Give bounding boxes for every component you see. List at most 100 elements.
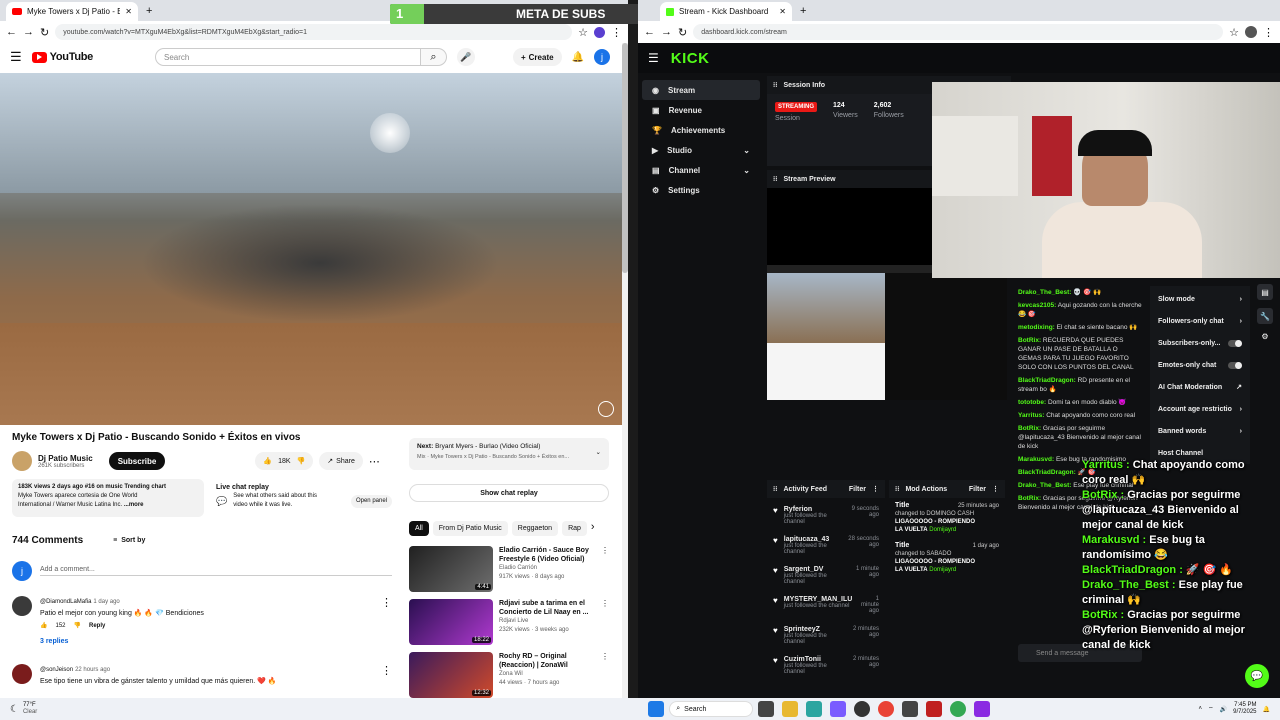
up-next-card[interactable]: Next: Bryant Myers - Burlao (Video Ofici… — [409, 438, 609, 470]
drag-handle-icon[interactable]: ⁝⁝ — [773, 175, 777, 183]
mic-icon[interactable]: 🎤 — [456, 48, 475, 66]
followers-only-item[interactable]: Followers-only chat › — [1150, 310, 1250, 332]
chat-username[interactable]: metodixing: — [1018, 324, 1055, 331]
commenter-avatar[interactable] — [12, 596, 32, 616]
url-input[interactable]: youtube.com/watch?v=MTXguM4EbXg&list=RDM… — [55, 24, 573, 40]
reply-button[interactable]: Reply — [89, 621, 105, 632]
follower-name[interactable]: MYSTERY_MAN_ILU — [784, 596, 853, 603]
app-icon[interactable] — [974, 701, 991, 717]
replies-toggle[interactable]: 3 replies — [40, 636, 373, 647]
search-button[interactable]: ⌕ — [420, 48, 447, 66]
channel-avatar[interactable] — [12, 451, 32, 471]
forward-icon[interactable]: → — [23, 26, 34, 38]
open-panel-button[interactable]: Open panel — [350, 494, 392, 508]
chat-username[interactable]: BlackTriadDragon: — [1018, 377, 1076, 384]
sidebar-item-studio[interactable]: ▶ Studio ⌄ — [642, 140, 760, 160]
panel-icon[interactable]: ▤ — [1257, 284, 1273, 300]
chat-username[interactable]: kevcas2105: — [1018, 302, 1056, 309]
chat-username[interactable]: Marakusvd: — [1018, 456, 1054, 463]
bell-icon[interactable]: 🔔 — [572, 52, 584, 63]
list-item[interactable]: 18:22 Rdjavi sube a tarima en el Concier… — [409, 599, 609, 647]
comment-like-icon[interactable]: 👍 — [40, 621, 47, 632]
chevron-down-icon[interactable]: ⌄ — [596, 448, 601, 458]
list-item[interactable]: 4:41 Eladio Carrión - Sauce Boy Freestyl… — [409, 546, 609, 594]
chat-username[interactable]: Drako_The_Best: — [1018, 289, 1071, 296]
commenter-avatar[interactable] — [12, 664, 32, 684]
comment-author[interactable]: @DiamondLaMafia — [40, 599, 91, 605]
file-explorer-icon[interactable] — [782, 701, 799, 717]
profile-icon[interactable] — [1245, 26, 1257, 38]
emotes-only-item[interactable]: Emotes-only chat — [1150, 354, 1250, 376]
chat-username[interactable]: Drako_The_Best: — [1018, 482, 1071, 489]
notification-bell-icon[interactable]: 🔔 — [1263, 706, 1270, 713]
search-input[interactable]: Search — [154, 48, 421, 66]
hamburger-icon[interactable]: ☰ — [10, 49, 22, 65]
menu-dots-icon[interactable]: ⋮ — [611, 26, 622, 39]
youtube-logo[interactable]: YouTube — [31, 51, 93, 63]
sidebar-item-revenue[interactable]: ▣ Revenue — [642, 100, 760, 120]
hamburger-icon[interactable]: ☰ — [648, 51, 659, 65]
new-tab-icon[interactable]: + — [800, 5, 806, 17]
sort-by-button[interactable]: ≡ Sort by — [113, 537, 145, 544]
follower-name[interactable]: SprinteeyZ — [784, 626, 841, 633]
task-view-icon[interactable] — [758, 701, 775, 717]
windows-start-icon[interactable] — [648, 701, 665, 717]
create-button[interactable]: + Create — [512, 48, 562, 66]
add-comment-input[interactable]: Add a comment... — [40, 566, 392, 576]
back-icon[interactable]: ← — [6, 26, 17, 38]
reload-icon[interactable]: ↻ — [678, 26, 687, 39]
chat-username[interactable]: BotRix: — [1018, 337, 1041, 344]
follower-name[interactable]: Sargent_DV — [784, 566, 842, 573]
subscribe-button[interactable]: Subscribe — [108, 452, 166, 470]
reload-icon[interactable]: ↻ — [40, 26, 49, 39]
show-chat-replay-button[interactable]: Show chat replay — [409, 484, 609, 502]
filter-button[interactable]: Filter — [969, 486, 986, 493]
subscribers-only-item[interactable]: Subscribers-only... — [1150, 332, 1250, 354]
sidebar-item-achievements[interactable]: 🏆 Achievements — [642, 120, 760, 140]
support-chat-icon[interactable]: 💬 — [1245, 664, 1269, 688]
chip-reggaeton[interactable]: Reggaeton — [511, 521, 559, 536]
drag-handle-icon[interactable]: ⁝⁝ — [895, 485, 899, 493]
clock[interactable]: 7:45 PM 9/7/2025 — [1233, 702, 1256, 716]
channel-name[interactable]: Dj Patio Music — [38, 454, 93, 463]
list-item[interactable]: 12:32 Rochy RD – Original (Reaccion) | Z… — [409, 652, 609, 698]
rec-menu-icon[interactable]: ⋮ — [601, 599, 609, 647]
dislike-icon[interactable]: 👎 — [297, 457, 306, 465]
description-box[interactable]: 183K views 2 days ago #16 on music Trend… — [12, 479, 204, 517]
menu-dots-icon[interactable]: ⋮ — [992, 485, 999, 493]
kick-logo[interactable]: KICK — [671, 50, 710, 67]
video-player[interactable] — [0, 73, 622, 425]
close-tab-icon[interactable]: ✕ — [779, 7, 786, 16]
new-tab-icon[interactable]: + — [146, 5, 152, 17]
close-tab-icon[interactable]: ✕ — [125, 7, 132, 16]
comment-menu-icon[interactable]: ⋮ — [381, 596, 392, 647]
forward-icon[interactable]: → — [661, 26, 672, 38]
rec-menu-icon[interactable]: ⋮ — [601, 652, 609, 698]
avatar[interactable]: j — [594, 49, 611, 65]
share-button[interactable]: ↗ Share — [319, 452, 363, 470]
obs-icon[interactable] — [854, 701, 871, 717]
browser-tab-youtube[interactable]: Myke Towers x Dj Patio - B ✕ — [6, 2, 138, 21]
video-thumbnail[interactable]: 4:41 — [409, 546, 493, 592]
menu-dots-icon[interactable]: ⋮ — [872, 485, 879, 493]
sidebar-item-channel[interactable]: ▤ Channel ⌄ — [642, 160, 760, 180]
more-link[interactable]: ...more — [124, 502, 144, 508]
app-icon[interactable] — [926, 701, 943, 717]
settings-icon[interactable]: ⚙ — [1261, 332, 1268, 341]
comment-menu-icon[interactable]: ⋮ — [381, 664, 392, 687]
back-icon[interactable]: ← — [644, 26, 655, 38]
chat-username[interactable]: BotRix: — [1018, 495, 1041, 502]
edge-icon[interactable] — [806, 701, 823, 717]
comment-author[interactable]: @sonJeison — [40, 667, 73, 673]
filter-button[interactable]: Filter — [849, 486, 866, 493]
video-thumbnail[interactable]: 18:22 — [409, 599, 493, 645]
chat-username[interactable]: BlackTriadDragon: — [1018, 469, 1076, 476]
sidebar-item-stream[interactable]: ◉ Stream — [642, 80, 760, 100]
follower-name[interactable]: lapitucaza_43 — [784, 536, 838, 543]
chip-rap[interactable]: Rap — [562, 521, 587, 536]
volume-icon[interactable]: 🔊 — [1220, 706, 1227, 713]
browser-tab-kick[interactable]: Stream - Kick Dashboard ✕ — [660, 2, 792, 21]
store-icon[interactable] — [830, 701, 847, 717]
chrome-icon[interactable] — [878, 701, 895, 717]
drag-handle-icon[interactable]: ⁝⁝ — [773, 81, 777, 89]
